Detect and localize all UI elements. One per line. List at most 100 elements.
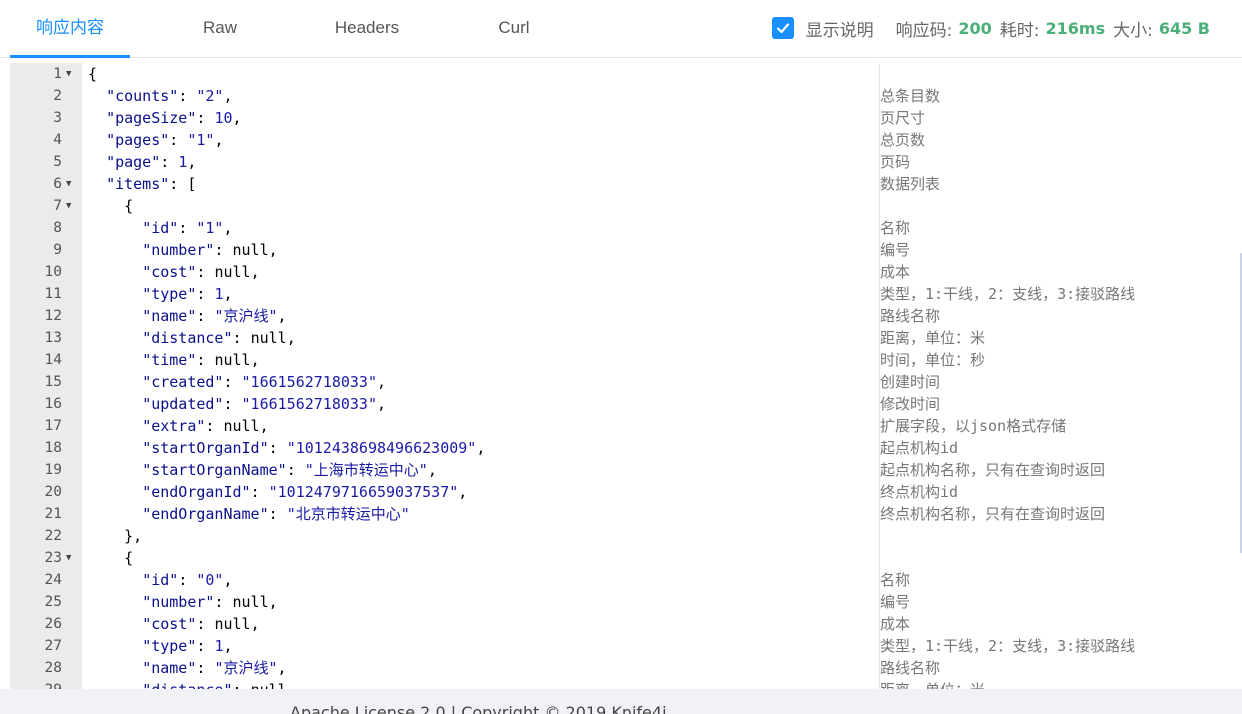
code-text: "pageSize": 10, <box>106 109 242 127</box>
line-number: 22 <box>44 528 62 544</box>
code-text: { <box>88 549 134 567</box>
line-number: 13 <box>44 330 62 346</box>
code-line: 9 "number": null, 编号 <box>10 239 1242 261</box>
show-description-checkbox[interactable] <box>771 17 794 39</box>
line-number: 28 <box>44 660 62 676</box>
field-description: 创建时间 <box>880 373 941 391</box>
response-tab-bar: 响应内容 Raw Headers Curl 显示说明 响应码: 200 耗时: … <box>0 0 1242 58</box>
field-description: 数据列表 <box>880 175 941 193</box>
fold-toggle-icon[interactable]: ▼ <box>66 173 76 195</box>
code-text: "startOrganId": "1012438698496623009", <box>142 439 486 457</box>
tab-response-content[interactable]: 响应内容 <box>10 0 130 58</box>
line-number: 29 <box>10 679 62 689</box>
code-line: 29 "distance": null, 距离，单位：米 <box>10 679 1242 689</box>
field-description: 总页数 <box>880 131 926 149</box>
code-line: 1 ▼ { <box>10 63 1242 85</box>
fold-toggle-icon[interactable]: ▼ <box>66 547 76 569</box>
code-text: "endOrganId": "1012479716659037537", <box>142 483 468 501</box>
code-line: 25 "number": null, 编号 <box>10 591 1242 613</box>
code-line: 3 "pageSize": 10, 页尺寸 <box>10 107 1242 129</box>
code-text: "type": 1, <box>142 637 233 655</box>
code-line: 24 "id": "0", 名称 <box>10 569 1242 591</box>
line-number: 15 <box>44 374 62 390</box>
code-line: 21 "endOrganName": "北京市转运中心" 终点机构名称，只有在查询… <box>10 503 1242 525</box>
line-number: 24 <box>44 572 62 588</box>
field-description: 终点机构名称，只有在查询时返回 <box>880 505 1106 523</box>
line-number: 12 <box>44 308 62 324</box>
code-lines: 1 ▼{2 "counts": "2", 总条目数 3 "pageSize": 10,… <box>10 63 1242 689</box>
code-line: 8 "id": "1", 名称 <box>10 217 1242 239</box>
show-description-label[interactable]: 显示说明 <box>806 16 874 41</box>
code-line: 23 ▼ { <box>10 547 1242 569</box>
code-line: 22 }, <box>10 525 1242 547</box>
response-json-editor[interactable]: 1 ▼{2 "counts": "2", 总条目数 3 "pageSize": 10,… <box>10 63 1242 689</box>
line-number: 19 <box>44 462 62 478</box>
tab-headers[interactable]: Headers <box>312 0 422 57</box>
line-number: 4 <box>53 132 62 148</box>
code-line: 7 ▼ { <box>10 195 1242 217</box>
code-text: "created": "1661562718033", <box>142 373 387 391</box>
code-text: "extra": null, <box>142 417 269 435</box>
code-line: 15 "created": "1661562718033", 创建时间 <box>10 371 1242 393</box>
line-number: 14 <box>44 352 62 368</box>
response-size-label: 大小: <box>1113 20 1153 41</box>
code-text: "counts": "2", <box>106 87 233 105</box>
field-description: 路线名称 <box>880 307 941 325</box>
code-text: "type": 1, <box>142 285 233 303</box>
field-description: 名称 <box>880 219 911 237</box>
code-text: { <box>88 197 134 215</box>
elapsed-time-value: 216ms <box>1045 18 1106 38</box>
line-number: 8 <box>53 220 62 236</box>
line-number: 17 <box>44 418 62 434</box>
line-number: 23 <box>44 550 62 566</box>
checkmark-icon <box>776 23 789 34</box>
code-line: 20 "endOrganId": "1012479716659037537", 终… <box>10 481 1242 503</box>
code-line: 17 "extra": null, 扩展字段，以json格式存储 <box>10 415 1242 437</box>
line-number: 21 <box>44 506 62 522</box>
field-description: 名称 <box>880 571 911 589</box>
code-line: 10 "cost": null, 成本 <box>10 261 1242 283</box>
response-meta: 显示说明 响应码: 200 耗时: 216ms 大小: 645 B <box>771 0 1218 56</box>
code-text: { <box>88 65 98 83</box>
field-description: 时间，单位：秒 <box>880 351 986 369</box>
line-number: 10 <box>44 264 62 280</box>
line-number: 3 <box>53 110 62 126</box>
line-number: 9 <box>53 242 62 258</box>
footer-copyright: Apache License 2.0 | Copyright © 2019 Kn… <box>290 703 667 714</box>
field-description: 总条目数 <box>880 87 941 105</box>
code-line: 13 "distance": null, 距离，单位：米 <box>10 327 1242 349</box>
field-description: 终点机构id <box>880 483 959 501</box>
code-text: "cost": null, <box>142 263 260 281</box>
field-description: 路线名称 <box>880 659 941 677</box>
code-line: 6 ▼ "items": [数据列表 <box>10 173 1242 195</box>
field-description: 页码 <box>880 153 911 171</box>
elapsed-time-label: 耗时: <box>999 20 1040 41</box>
status-code-value: 200 <box>958 18 992 38</box>
code-text: "cost": null, <box>142 615 260 633</box>
code-text: "name": "京沪线", <box>142 659 287 677</box>
field-description: 页尺寸 <box>880 109 926 127</box>
field-description: 类型，1:干线，2：支线，3:接驳路线 <box>880 285 1136 303</box>
page-footer: Apache License 2.0 | Copyright © 2019 Kn… <box>0 689 1242 714</box>
field-description: 编号 <box>880 593 911 611</box>
line-number: 1 <box>53 66 62 82</box>
tab-curl[interactable]: Curl <box>470 0 558 57</box>
code-text: "distance": null, <box>142 329 296 347</box>
field-description: 距离，单位：米 <box>880 679 985 689</box>
code-line: 11 "type": 1, 类型，1:干线，2：支线，3:接驳路线 <box>10 283 1242 305</box>
code-line: 28 "name": "京沪线", 路线名称 <box>10 657 1242 679</box>
code-text: "number": null, <box>142 241 278 259</box>
code-line: 27 "type": 1, 类型，1:干线，2：支线，3:接驳路线 <box>10 635 1242 657</box>
code-line: 26 "cost": null, 成本 <box>10 613 1242 635</box>
line-number: 25 <box>44 594 62 610</box>
field-description: 扩展字段，以json格式存储 <box>880 417 1067 435</box>
tab-raw[interactable]: Raw <box>170 0 270 57</box>
code-line: 16 "updated": "1661562718033", 修改时间 <box>10 393 1242 415</box>
response-size-value: 645 B <box>1158 18 1210 38</box>
line-number: 7 <box>53 198 62 214</box>
field-description: 修改时间 <box>880 395 941 413</box>
fold-toggle-icon[interactable]: ▼ <box>66 63 76 85</box>
field-description: 起点机构名称，只有在查询时返回 <box>880 461 1106 479</box>
code-text: "startOrganName": "上海市转运中心", <box>142 461 437 479</box>
fold-toggle-icon[interactable]: ▼ <box>66 195 76 217</box>
